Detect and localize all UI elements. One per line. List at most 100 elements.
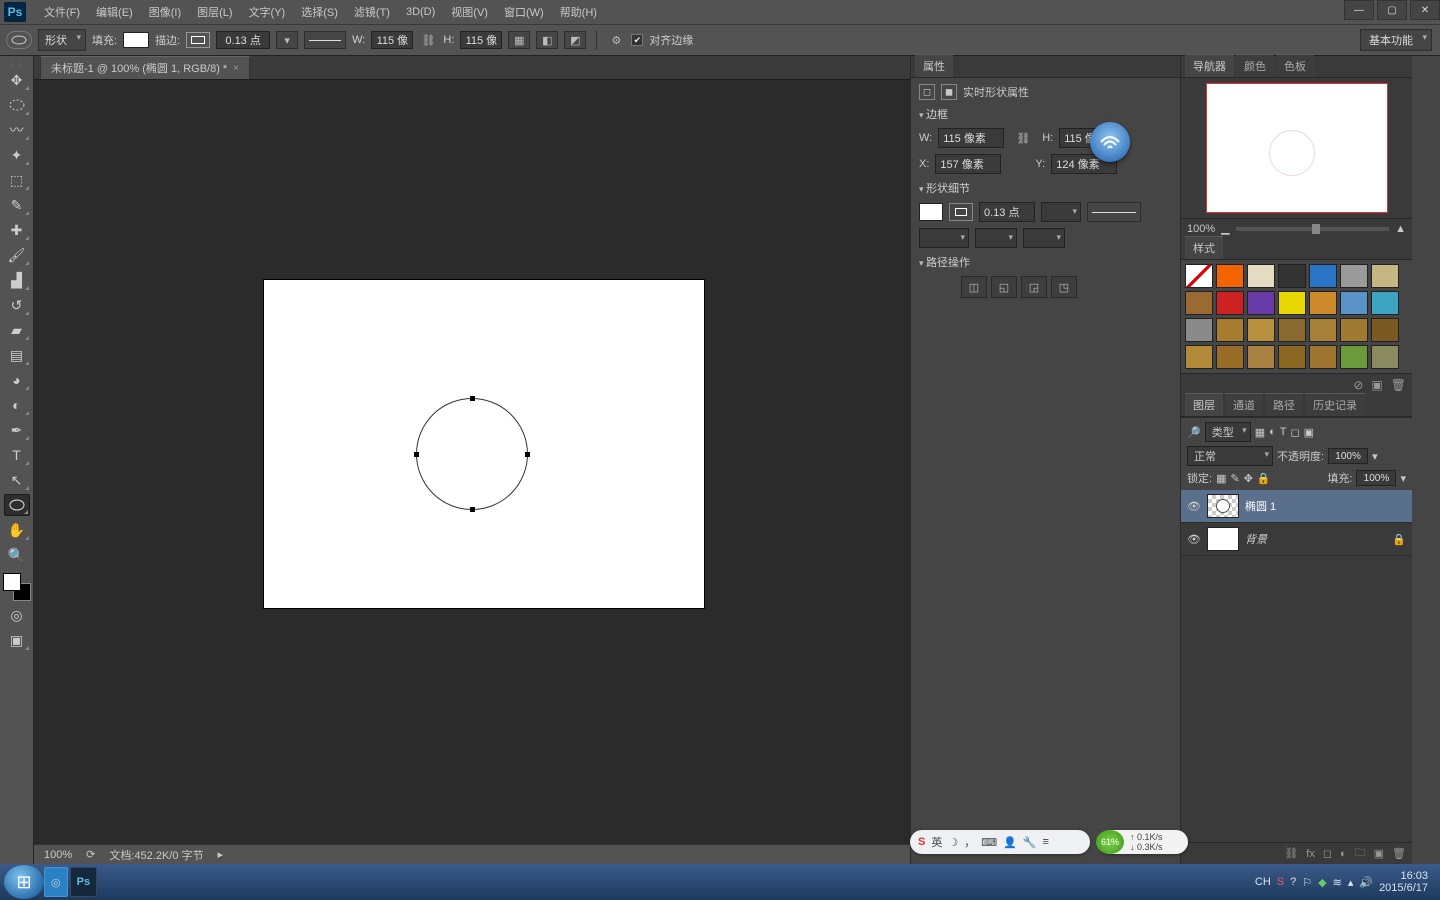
layer-name[interactable]: 背景 (1245, 531, 1267, 547)
wrench-icon[interactable]: 🔧 (1023, 836, 1037, 849)
lock-pos-icon[interactable]: ✥ (1244, 472, 1253, 485)
link-icon[interactable]: ⛓ (1016, 132, 1030, 145)
opacity-dd-icon[interactable]: ▾ (1372, 450, 1378, 463)
tray-speaker-icon[interactable]: 🔊 (1359, 876, 1373, 889)
layer-mask-icon[interactable]: ◻ (1323, 847, 1332, 860)
lock-all-icon[interactable]: 🔒 (1257, 472, 1271, 485)
taskbar-app-photoshop[interactable]: Ps (70, 867, 97, 897)
tray-net-icon[interactable]: ≋ (1333, 876, 1342, 889)
layer-row-background[interactable]: 👁 背景 🔒 (1181, 523, 1412, 556)
tray-shield-icon[interactable]: ◆ (1318, 876, 1326, 889)
filter-shape-icon[interactable]: ◻ (1291, 426, 1300, 439)
delete-layer-icon[interactable]: 🗑 (1392, 847, 1406, 860)
toolbox-grip[interactable]: ⋮⋮ (2, 60, 32, 66)
tray-clock[interactable]: 16:03 2015/6/17 (1379, 870, 1428, 894)
ime-indicator[interactable]: CH (1255, 876, 1271, 888)
stroke-cap-dd[interactable] (975, 228, 1017, 248)
style-swatch[interactable] (1278, 291, 1306, 315)
opacity-input[interactable] (1328, 448, 1368, 464)
doc-size-status[interactable]: 文档:452.2K/0 字节 (109, 847, 203, 863)
lasso-tool[interactable]: 〰 (4, 119, 30, 141)
style-swatch[interactable] (1309, 264, 1337, 288)
crop-tool[interactable]: ⬚ (4, 169, 30, 191)
style-swatch[interactable] (1340, 318, 1368, 342)
filter-smart-icon[interactable]: ▣ (1304, 426, 1314, 439)
ellipse-shape[interactable] (416, 398, 528, 510)
keyboard-icon[interactable]: ⌨ (981, 836, 997, 849)
eyedropper-tool[interactable]: ✎ (4, 194, 30, 216)
anchor-bottom[interactable] (470, 507, 475, 512)
ime-float-bar[interactable]: S 英 ☽ ， ⌨ 👤 🔧 ≡ (910, 830, 1090, 854)
prop-x-input[interactable] (935, 154, 1001, 174)
filter-pixel-icon[interactable]: ▦ (1255, 426, 1265, 439)
taskbar-app-1[interactable]: ◎ (44, 867, 68, 897)
section-bounds[interactable]: 边框 (919, 106, 1172, 122)
style-swatch[interactable] (1309, 291, 1337, 315)
zoom-in-icon[interactable]: ▲ (1395, 223, 1406, 235)
document-tab[interactable]: 未标题-1 @ 100% (椭圆 1, RGB/8) * × (40, 56, 250, 79)
path-align-button[interactable]: ▦ (508, 31, 530, 49)
pathop-combine[interactable]: ◫ (961, 276, 987, 298)
zoom-level[interactable]: 100% (44, 849, 72, 861)
link-layers-icon[interactable]: ⛓ (1284, 847, 1298, 860)
stroke-join-dd[interactable] (1023, 228, 1065, 248)
width-input[interactable] (371, 31, 413, 49)
style-swatch[interactable] (1371, 318, 1399, 342)
zoom-out-icon[interactable]: ▁ (1221, 222, 1229, 235)
prop-fill-swatch[interactable] (919, 203, 943, 221)
brush-tool[interactable]: 🖌 (4, 244, 30, 266)
type-tool[interactable]: T (4, 444, 30, 466)
anchor-right[interactable] (525, 452, 530, 457)
swatches-tab[interactable]: 色板 (1276, 54, 1314, 77)
wifi-widget[interactable] (1090, 122, 1130, 162)
navigator-tab[interactable]: 导航器 (1185, 54, 1234, 77)
path-arrange-button[interactable]: ◧ (536, 31, 558, 49)
menu-filter[interactable]: 滤镜(T) (346, 2, 398, 22)
prop-stroke-dd[interactable] (1041, 202, 1081, 222)
anchor-left[interactable] (414, 452, 419, 457)
zoom-tool[interactable]: 🔍 (4, 544, 30, 566)
style-swatch[interactable] (1216, 264, 1244, 288)
pathop-exclude[interactable]: ◳ (1051, 276, 1077, 298)
pathop-intersect[interactable]: ◲ (1021, 276, 1047, 298)
menu-edit[interactable]: 编辑(E) (88, 2, 141, 22)
fill-dd-icon[interactable]: ▾ (1400, 472, 1406, 485)
history-tab[interactable]: 历史记录 (1305, 393, 1365, 416)
style-swatch[interactable] (1309, 318, 1337, 342)
path-select-tool[interactable]: ↖ (4, 469, 30, 491)
group-icon[interactable]: 🗀 (1355, 844, 1366, 863)
path-options-button[interactable]: ◩ (564, 31, 586, 49)
layer-thumb[interactable] (1207, 527, 1239, 551)
lock-trans-icon[interactable]: ▦ (1216, 472, 1226, 485)
adjustment-layer-icon[interactable]: ◐ (1340, 848, 1347, 860)
prop-stroke-style[interactable] (1087, 202, 1141, 222)
lock-paint-icon[interactable]: ✎ (1230, 472, 1239, 485)
tray-help-icon[interactable]: ? (1290, 876, 1296, 888)
filter-kind-dd[interactable]: 类型 (1205, 422, 1251, 442)
navigator-zoom-value[interactable]: 100% (1187, 223, 1215, 235)
style-swatch[interactable] (1278, 318, 1306, 342)
zoom-slider[interactable] (1236, 227, 1390, 231)
blur-tool[interactable]: ◕ (4, 369, 30, 391)
menu-type[interactable]: 文字(Y) (241, 2, 294, 22)
color-swatches[interactable] (3, 573, 31, 601)
style-new-icon[interactable]: ▣ (1371, 378, 1382, 392)
tray-chevron-icon[interactable]: ▴ (1348, 876, 1354, 889)
align-edges-checkbox[interactable]: ✔ (631, 34, 643, 46)
menu-help[interactable]: 帮助(H) (552, 2, 605, 22)
style-swatch[interactable] (1185, 291, 1213, 315)
style-swatch[interactable] (1278, 264, 1306, 288)
canvas[interactable] (264, 280, 704, 608)
gradient-tool[interactable]: ▤ (4, 344, 30, 366)
style-swatch[interactable] (1309, 345, 1337, 369)
style-swatch[interactable] (1340, 345, 1368, 369)
blend-mode-dd[interactable]: 正常 (1187, 446, 1273, 466)
fill-swatch[interactable] (123, 32, 149, 48)
filter-adjust-icon[interactable]: ◐ (1269, 426, 1276, 438)
menu-select[interactable]: 选择(S) (293, 2, 346, 22)
stroke-width-input[interactable] (216, 31, 270, 49)
start-button[interactable]: ⊞ (4, 865, 44, 899)
ellipse-tool-icon[interactable] (6, 31, 32, 49)
style-swatch[interactable] (1247, 345, 1275, 369)
close-button[interactable]: ✕ (1410, 0, 1440, 20)
